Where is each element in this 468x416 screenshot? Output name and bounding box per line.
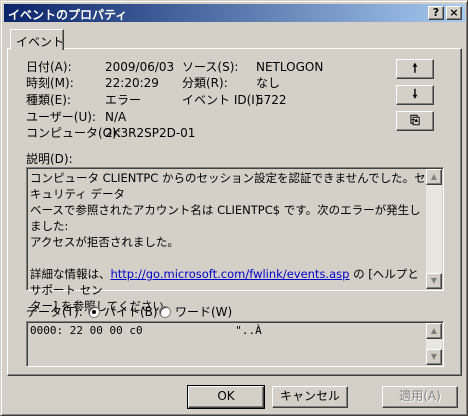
- description-line-2: ベースで参照されたアカウント名は CLIENTPC$ です。次のエラーが発生しま…: [30, 203, 421, 233]
- category-label: 分類(R):: [182, 76, 228, 90]
- description-line-1: コンピュータ CLIENTPC からのセッション設定を認証できませんでした。セキ…: [30, 171, 426, 201]
- date-label: 日付(A):: [26, 60, 72, 74]
- time-label: 時刻(M):: [26, 76, 74, 90]
- bytes-radio[interactable]: [88, 306, 100, 318]
- description-line-5: 詳細な情報は、http://go.microsoft.com/fwlink/ev…: [30, 266, 430, 298]
- event-properties-window: イベントのプロパティ ? × イベント 日付(A): 2009/06/03 時刻…: [0, 0, 468, 416]
- copy-icon: ⎘: [410, 113, 420, 127]
- data-scrollbar[interactable]: ▲ ▼: [426, 323, 442, 365]
- date-value: 2009/06/03: [105, 60, 175, 74]
- type-label: 種類(E):: [26, 93, 71, 107]
- description-line-3: アクセスが拒否されました。: [30, 235, 179, 249]
- description-text: コンピュータ CLIENTPC からのセッション設定を認証できませんでした。セキ…: [30, 170, 430, 314]
- close-icon: ×: [449, 6, 459, 19]
- more-info-prefix: 詳細な情報は、: [30, 267, 111, 281]
- ok-button-label: OK: [217, 389, 235, 403]
- title-bar: イベントのプロパティ ? ×: [4, 4, 465, 22]
- scroll-up-button[interactable]: ▲: [426, 169, 442, 185]
- bytes-radio-label[interactable]: バイト(B): [104, 305, 158, 320]
- close-button[interactable]: ×: [446, 6, 462, 20]
- cancel-button-label: キャンセル: [279, 389, 340, 403]
- event-id-label: イベント ID(I):: [182, 93, 264, 107]
- category-value: なし: [256, 76, 281, 90]
- data-label: データ(T):: [26, 305, 83, 319]
- window-title: イベントのプロパティ: [8, 8, 128, 22]
- description-scrollbar[interactable]: ▲ ▼: [426, 169, 442, 289]
- type-value: エラー: [105, 93, 142, 107]
- user-label: ユーザー(U):: [26, 110, 96, 124]
- previous-event-button[interactable]: 🠕: [396, 59, 434, 79]
- help-link[interactable]: http://go.microsoft.com/fwlink/events.as…: [111, 267, 350, 281]
- radio-selected-dot: [92, 310, 96, 314]
- scroll-up-icon: ▲: [430, 326, 438, 335]
- ok-button[interactable]: OK: [187, 385, 265, 409]
- data-scroll-up-button[interactable]: ▲: [426, 323, 442, 339]
- source-label: ソース(S):: [182, 60, 239, 74]
- event-id-value: 5722: [256, 93, 287, 107]
- words-radio[interactable]: [159, 306, 171, 318]
- cancel-button[interactable]: キャンセル: [272, 386, 348, 408]
- computer-value: 2K3R2SP2D-01: [105, 126, 196, 140]
- description-blank: [30, 250, 430, 266]
- description-label: 説明(D):: [26, 152, 73, 166]
- copy-button[interactable]: ⎘: [396, 111, 434, 131]
- scroll-down-icon: ▼: [430, 352, 438, 361]
- data-box[interactable]: 0000: 22 00 00 c0 "..À ▲ ▼: [26, 321, 444, 367]
- next-event-button[interactable]: 🠗: [396, 85, 434, 105]
- user-value: N/A: [105, 110, 127, 124]
- scroll-up-icon: ▲: [430, 172, 438, 181]
- description-box[interactable]: コンピュータ CLIENTPC からのセッション設定を認証できませんでした。セキ…: [26, 167, 444, 313]
- data-dump: 0000: 22 00 00 c0 "..À: [30, 324, 262, 337]
- time-value: 22:20:29: [105, 76, 159, 90]
- arrow-down-icon: 🠗: [412, 87, 418, 101]
- help-button[interactable]: ?: [428, 6, 444, 20]
- data-scroll-down-button[interactable]: ▼: [426, 349, 442, 365]
- apply-button-label: 適用(A): [399, 389, 441, 403]
- scroll-down-icon: ▼: [430, 276, 438, 285]
- apply-button[interactable]: 適用(A): [382, 386, 458, 408]
- scroll-down-button[interactable]: ▼: [426, 273, 442, 289]
- words-radio-label[interactable]: ワード(W): [175, 305, 232, 320]
- source-value: NETLOGON: [256, 60, 324, 74]
- help-icon: ?: [432, 6, 440, 19]
- arrow-up-icon: 🠕: [412, 61, 418, 75]
- tab-event[interactable]: イベント: [10, 29, 64, 50]
